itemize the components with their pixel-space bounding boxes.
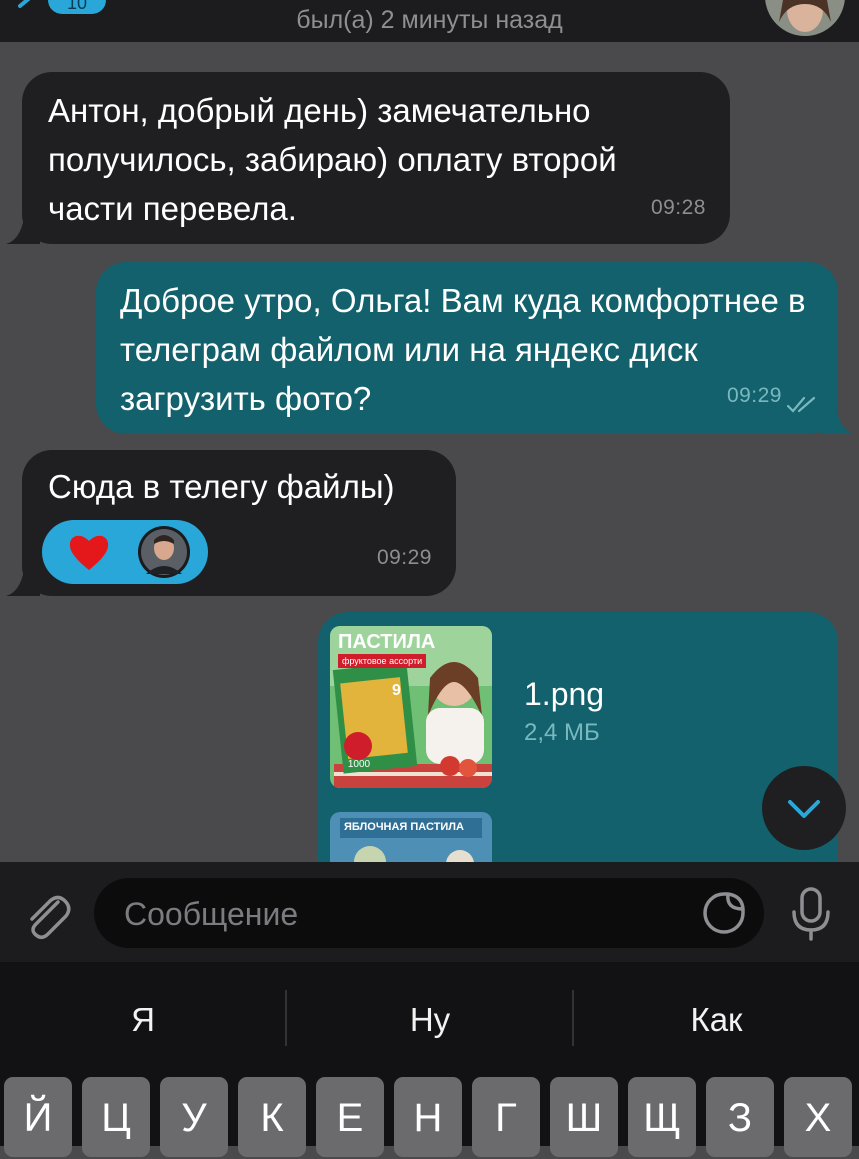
bubble-tail: [820, 408, 854, 434]
reactions-pill[interactable]: [42, 520, 208, 584]
thumb-count: 9: [392, 682, 401, 699]
message-text: Антон, добрый день) замечательно получил…: [48, 92, 617, 227]
incoming-message[interactable]: Сюда в телегу файлы) 09:29: [6, 450, 456, 596]
message-time: 09:29: [376, 546, 432, 569]
message-field[interactable]: [94, 878, 764, 948]
microphone-icon[interactable]: [786, 886, 836, 942]
composer-bar: [0, 862, 859, 962]
suggestion-3[interactable]: Как: [574, 990, 859, 1050]
key-2[interactable]: Ц: [82, 1077, 150, 1157]
thumb-subtitle: фруктовое ассорти: [338, 654, 427, 668]
last-seen-status: был(а) 2 минуты назад: [296, 6, 563, 34]
message-text: Сюда в телегу файлы): [48, 468, 395, 505]
message-time: 09:29: [726, 384, 782, 407]
suggestion-1[interactable]: Я: [0, 990, 286, 1050]
reactor-avatar: [138, 526, 190, 578]
double-check-icon: [786, 396, 816, 413]
suggestion-2[interactable]: Ну: [287, 990, 573, 1050]
key-1[interactable]: Й: [4, 1077, 72, 1157]
file-name: 1.png: [524, 676, 605, 712]
heart-icon: [69, 535, 109, 570]
key-11[interactable]: Х: [784, 1077, 852, 1157]
scroll-down-button[interactable]: [762, 766, 846, 850]
thumb-title: ЯБЛОЧНАЯ ПАСТИЛА: [344, 821, 464, 833]
key-7[interactable]: Г: [472, 1077, 540, 1157]
key-9[interactable]: Щ: [628, 1077, 696, 1157]
outgoing-file-message[interactable]: ПАСТИЛА фруктовое ассорти 9 1000 1.png 2…: [318, 612, 838, 872]
key-4[interactable]: К: [238, 1077, 306, 1157]
file-size: 2,4 МБ: [524, 719, 600, 746]
message-text: Доброе утро, Ольга! Вам куда комфортнее …: [120, 282, 806, 417]
bubble-tail: [6, 218, 40, 244]
key-8[interactable]: Ш: [550, 1077, 618, 1157]
outgoing-message[interactable]: Доброе утро, Ольга! Вам куда комфортнее …: [96, 262, 854, 434]
chat-header: 10 был(а) 2 минуты назад: [0, 0, 859, 42]
chevron-down-icon: [788, 800, 820, 818]
key-3[interactable]: У: [160, 1077, 228, 1157]
paperclip-icon[interactable]: [20, 888, 74, 942]
incoming-message[interactable]: Антон, добрый день) замечательно получил…: [6, 72, 730, 244]
thumb-title: ПАСТИЛА: [338, 631, 436, 653]
key-5[interactable]: Е: [316, 1077, 384, 1157]
bubble-tail: [6, 570, 40, 596]
file-thumbnail[interactable]: ПАСТИЛА фруктовое ассорти 9 1000: [330, 626, 492, 788]
keyboard: Я Ну Как Й Ц У К Е Н Г Ш Щ З Х: [0, 962, 859, 1157]
thumb-badge: 1000: [347, 759, 371, 770]
key-6[interactable]: Н: [394, 1077, 462, 1157]
message-input[interactable]: [122, 888, 686, 940]
sticker-icon[interactable]: [702, 891, 746, 935]
message-time: 09:28: [650, 196, 706, 219]
key-10[interactable]: З: [706, 1077, 774, 1157]
